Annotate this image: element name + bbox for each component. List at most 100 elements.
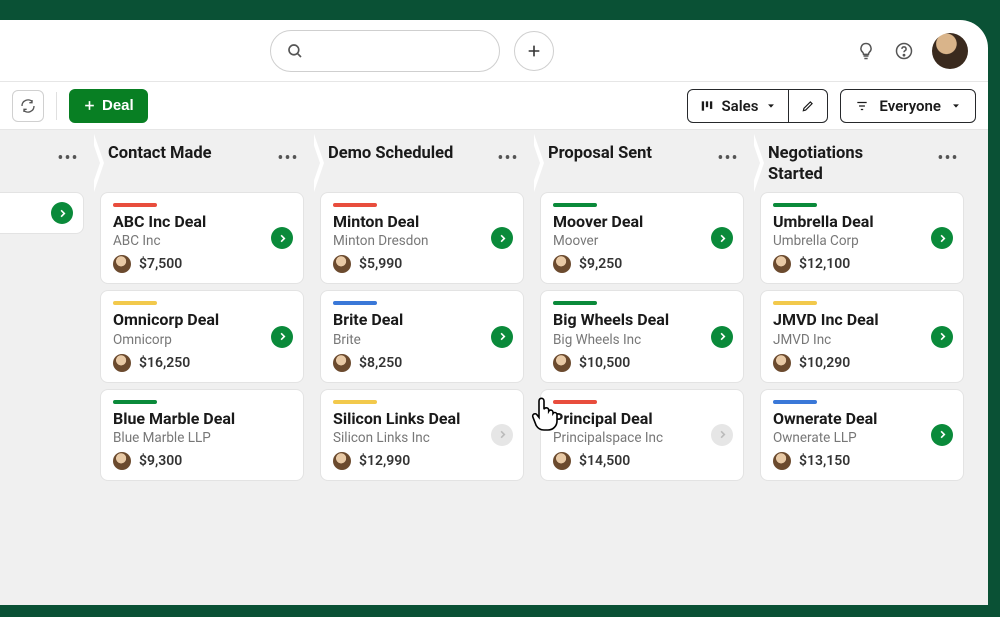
add-button[interactable] [514, 31, 554, 71]
search-icon [286, 42, 304, 60]
status-stripe [333, 400, 377, 404]
column-menu-button[interactable]: ••• [714, 144, 742, 172]
kanban-board: ••• al Contact Made ••• ABC Inc DealABC Inc$… [0, 130, 988, 605]
column-menu-button[interactable]: ••• [494, 144, 522, 172]
advance-stage-button[interactable] [271, 326, 293, 348]
deal-card[interactable]: Brite DealBrite$8,250 [320, 290, 524, 382]
filter-button[interactable]: Everyone [840, 89, 976, 123]
help-icon[interactable] [894, 41, 914, 61]
deal-company: Brite [333, 332, 511, 348]
column-header: Proposal Sent••• [534, 134, 750, 192]
column-menu-button[interactable]: ••• [274, 144, 302, 172]
deal-title: Umbrella Deal [773, 213, 951, 231]
advance-stage-button[interactable] [51, 202, 73, 224]
column-body: al [0, 192, 90, 234]
deal-amount: $10,500 [579, 355, 630, 371]
pipeline-button[interactable]: Sales [688, 90, 790, 122]
advance-stage-button[interactable] [931, 424, 953, 446]
deal-amount: $14,500 [579, 453, 630, 469]
owner-avatar [773, 255, 791, 273]
deal-amount: $12,100 [799, 256, 850, 272]
column-header: Contact Made ••• [94, 134, 310, 192]
pipeline-column: Demo Scheduled ••• Minton DealMinton Dresd… [314, 134, 530, 605]
column-body: Umbrella DealUmbrella Corp$12,100 JMVD In… [754, 192, 970, 481]
status-stripe [333, 301, 377, 305]
advance-stage-button [491, 424, 513, 446]
deal-card[interactable]: Principal DealPrincipalspace Inc$14,500 [540, 389, 744, 481]
deal-amount: $10,290 [799, 355, 850, 371]
column-title: Demo Scheduled [328, 144, 453, 165]
new-deal-button[interactable]: Deal [69, 89, 148, 123]
deal-card[interactable]: Blue Marble DealBlue Marble LLP$9,300 [100, 389, 304, 481]
deal-card[interactable]: Moover DealMoover$9,250 [540, 192, 744, 284]
column-menu-button[interactable]: ••• [934, 144, 962, 172]
pipeline-selector: Sales [687, 89, 829, 123]
owner-avatar [113, 354, 131, 372]
deal-title: Ownerate Deal [773, 410, 951, 428]
toolbar: Deal Sales Everyone [0, 82, 988, 130]
topbar [0, 20, 988, 82]
deal-card[interactable]: Silicon Links DealSilicon Links Inc$12,9… [320, 389, 524, 481]
deal-footer: $10,290 [773, 354, 951, 372]
column-body: ABC Inc DealABC Inc$7,500Omnicorp DealOm… [94, 192, 310, 481]
search-input[interactable] [270, 30, 500, 72]
deal-card[interactable]: Minton DealMinton Dresdon$5,990 [320, 192, 524, 284]
deal-company: Moover [553, 233, 731, 249]
deal-title: Principal Deal [553, 410, 731, 428]
deal-footer: $16,250 [113, 354, 291, 372]
column-header: ••• [0, 134, 90, 192]
app-window: Deal Sales Everyone •••alContact Made•••… [0, 20, 988, 605]
user-avatar[interactable] [932, 33, 968, 69]
deal-amount: $13,150 [799, 453, 850, 469]
search-wrap [270, 30, 500, 72]
advance-stage-button[interactable] [711, 227, 733, 249]
pipeline-column: ••• al [0, 134, 90, 605]
new-deal-label: Deal [102, 97, 134, 114]
column-body: Moover DealMoover$9,250Big Wheels DealBi… [534, 192, 750, 481]
deal-card[interactable]: Ownerate Deal Ownerate LLP $13,150 [760, 389, 964, 481]
deal-footer: $8,250 [333, 354, 511, 372]
deal-footer: $12,100 [773, 255, 951, 273]
pipeline-edit-button[interactable] [789, 90, 827, 122]
owner-avatar [333, 354, 351, 372]
topbar-right [856, 33, 968, 69]
advance-stage-button[interactable] [931, 227, 953, 249]
deal-card[interactable]: al [0, 192, 84, 234]
deal-footer: $13,150 [773, 452, 951, 470]
owner-avatar [773, 452, 791, 470]
advance-stage-button[interactable] [491, 227, 513, 249]
column-menu-button[interactable]: ••• [54, 144, 82, 172]
deal-footer: $12,990 [333, 452, 511, 470]
status-stripe [773, 301, 817, 305]
deal-card[interactable]: Umbrella DealUmbrella Corp$12,100 [760, 192, 964, 284]
pipeline-column: Negotiations Started ••• Umbrella DealUmbr… [754, 134, 970, 605]
pipeline-column: Contact Made ••• ABC Inc DealABC Inc$7,500… [94, 134, 310, 605]
deal-company: Blue Marble LLP [113, 430, 291, 446]
deal-company: Ownerate LLP [773, 430, 951, 446]
deal-footer: $10,500 [553, 354, 731, 372]
column-title: Negotiations Started [768, 144, 918, 185]
deal-title: Omnicorp Deal [113, 311, 291, 329]
deal-card[interactable]: Big Wheels DealBig Wheels Inc$10,500 [540, 290, 744, 382]
advance-stage-button[interactable] [271, 227, 293, 249]
deal-footer: $7,500 [113, 255, 291, 273]
deal-card[interactable]: JMVD Inc DealJMVD Inc$10,290 [760, 290, 964, 382]
owner-avatar [553, 354, 571, 372]
deal-company: Omnicorp [113, 332, 291, 348]
deal-title: ABC Inc Deal [113, 213, 291, 231]
status-stripe [553, 400, 597, 404]
deal-card[interactable]: Omnicorp Deal Omnicorp $16,250 [100, 290, 304, 382]
deal-card[interactable]: ABC Inc DealABC Inc$7,500 [100, 192, 304, 284]
advance-stage-button[interactable] [931, 326, 953, 348]
deal-title: Silicon Links Deal [333, 410, 511, 428]
deal-amount: $16,250 [139, 355, 190, 371]
refresh-button[interactable] [12, 90, 44, 122]
deal-company: JMVD Inc [773, 332, 951, 348]
column-title: Contact Made [108, 144, 212, 165]
deal-company: Minton Dresdon [333, 233, 511, 249]
pipeline-column: Proposal Sent•••Moover DealMoover$9,250B… [534, 134, 750, 605]
advance-stage-button[interactable] [711, 326, 733, 348]
lightbulb-icon[interactable] [856, 41, 876, 61]
advance-stage-button[interactable] [491, 326, 513, 348]
pipeline-label: Sales [722, 97, 759, 115]
